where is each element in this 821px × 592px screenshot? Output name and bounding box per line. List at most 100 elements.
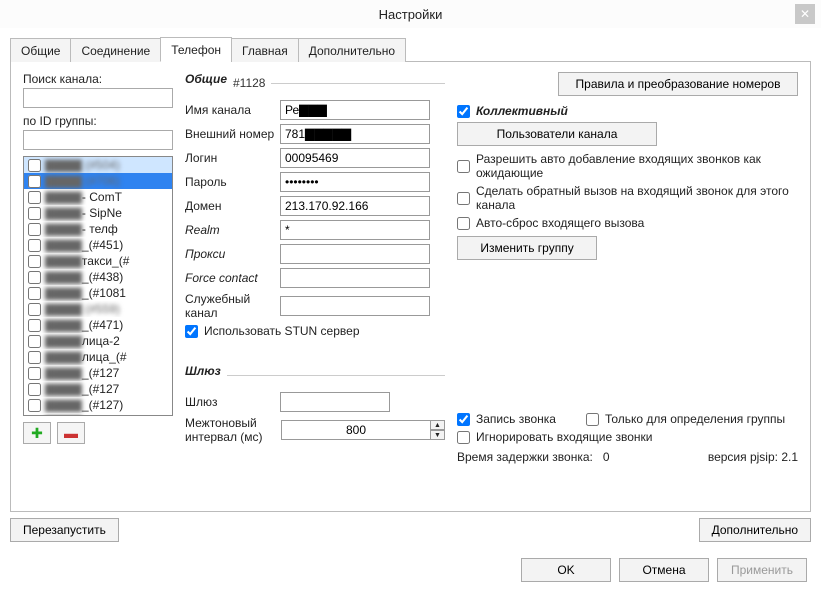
list-item[interactable]: ▇▇▇▇ - ComT [24,189,172,205]
proxy-label: Прокси [185,247,280,261]
tab-general[interactable]: Общие [10,38,71,62]
list-item[interactable]: ▇▇▇▇_(#1081 [24,285,172,301]
list-item[interactable]: ▇▇▇▇ такси_(#8 [24,413,172,416]
list-item[interactable]: ▇▇▇▇_(#451) [24,237,172,253]
allow-auto-checkbox[interactable] [457,160,470,173]
force-input[interactable] [280,268,430,288]
record-label: Запись звонка [476,412,556,426]
section-gateway: Шлюз [185,364,221,380]
spin-down-icon[interactable]: ▼ [430,430,445,440]
detect-label: Только для определения группы [605,412,785,426]
list-item-checkbox[interactable] [28,223,41,236]
ext-input[interactable] [280,124,430,144]
titlebar: Настройки ✕ [0,0,821,28]
list-item-checkbox[interactable] [28,239,41,252]
ok-button[interactable]: OK [521,558,611,582]
login-label: Логин [185,151,280,165]
delay-value: 0 [603,450,610,464]
list-item[interactable]: ▇▇▇▇ - телф [24,221,172,237]
realm-label: Realm [185,223,280,237]
callback-checkbox[interactable] [457,192,470,205]
search-label: Поиск канала: [23,72,173,86]
gateway-label: Шлюз [185,395,280,409]
tab-additional[interactable]: Дополнительно [298,38,406,62]
list-item[interactable]: ▇▇▇▇ (#559) [24,301,172,317]
realm-input[interactable] [280,220,430,240]
service-label: Служебный канал [185,292,280,320]
rules-button[interactable]: Правила и преобразование номеров [558,72,798,96]
interval-input[interactable] [281,420,431,440]
channel-id: #1128 [233,76,265,90]
detect-checkbox[interactable] [586,413,599,426]
stun-checkbox[interactable] [185,325,198,338]
list-item-checkbox[interactable] [28,415,41,417]
list-item[interactable]: ▇▇▇▇ - SipNe [24,205,172,221]
tab-connection[interactable]: Соединение [70,38,161,62]
spin-up-icon[interactable]: ▲ [430,420,445,430]
change-group-button[interactable]: Изменить группу [457,236,597,260]
remove-button[interactable]: ▬ [57,422,85,444]
force-label: Force contact [185,271,280,285]
version-label: версия pjsip: 2.1 [708,450,798,464]
list-item-checkbox[interactable] [28,255,41,268]
list-item-checkbox[interactable] [28,383,41,396]
list-item[interactable]: ▇▇▇▇_(#471) [24,317,172,333]
extra-button[interactable]: Дополнительно [699,518,811,542]
list-item-checkbox[interactable] [28,319,41,332]
login-input[interactable] [280,148,430,168]
list-item-checkbox[interactable] [28,303,41,316]
users-button[interactable]: Пользователи канала [457,122,657,146]
autodrop-checkbox[interactable] [457,217,470,230]
pass-input[interactable] [280,172,430,192]
list-item-checkbox[interactable] [28,207,41,220]
section-common: Общие [185,72,227,88]
list-item[interactable]: ▇▇▇▇ лица-2 [24,333,172,349]
window-title: Настройки [379,7,443,22]
list-item[interactable]: ▇▇▇▇ лица_(# [24,349,172,365]
apply-button[interactable]: Применить [717,558,807,582]
stun-label: Использовать STUN сервер [204,324,360,338]
add-button[interactable]: ✚ [23,422,51,444]
list-item-checkbox[interactable] [28,399,41,412]
ext-label: Внешний номер [185,127,280,141]
domain-label: Домен [185,199,280,213]
domain-input[interactable] [280,196,430,216]
list-item[interactable]: ▇▇▇▇ (#504) [24,157,172,173]
service-input[interactable] [280,296,430,316]
list-item-checkbox[interactable] [28,287,41,300]
ignore-label: Игнорировать входящие звонки [476,430,653,444]
tabs: Общие Соединение Телефон Главная Дополни… [10,36,811,62]
restart-button[interactable]: Перезапустить [10,518,119,542]
list-item[interactable]: ▇▇▇▇ (#706) [24,173,172,189]
list-item[interactable]: ▇▇▇▇ такси_(# [24,253,172,269]
gateway-input[interactable] [280,392,390,412]
search-input[interactable] [23,88,173,108]
interval-label: Межтоновый интервал (мс) [185,416,281,444]
list-item[interactable]: ▇▇▇▇_(#127 [24,381,172,397]
list-item-checkbox[interactable] [28,335,41,348]
record-checkbox[interactable] [457,413,470,426]
list-item[interactable]: ▇▇▇▇_(#127 [24,365,172,381]
tab-main[interactable]: Главная [231,38,299,62]
tab-phone[interactable]: Телефон [160,37,232,62]
list-item-checkbox[interactable] [28,191,41,204]
close-icon[interactable]: ✕ [795,4,815,24]
collective-label: Коллективный [476,104,568,118]
list-item[interactable]: ▇▇▇▇_(#438) [24,269,172,285]
list-item-checkbox[interactable] [28,351,41,364]
name-input[interactable] [280,100,430,120]
proxy-input[interactable] [280,244,430,264]
pass-label: Пароль [185,175,280,189]
channel-list[interactable]: ▇▇▇▇ (#504)▇▇▇▇ (#706)▇▇▇▇ - ComT▇▇▇▇ - … [23,156,173,416]
list-item-checkbox[interactable] [28,175,41,188]
list-item-checkbox[interactable] [28,367,41,380]
group-input[interactable] [23,130,173,150]
ignore-checkbox[interactable] [457,431,470,444]
list-item[interactable]: ▇▇▇▇_(#127) [24,397,172,413]
list-item-checkbox[interactable] [28,159,41,172]
collective-checkbox[interactable] [457,105,470,118]
cancel-button[interactable]: Отмена [619,558,709,582]
autodrop-label: Авто-сброс входящего вызова [476,216,644,230]
delay-label: Время задержки звонка: [457,450,593,464]
list-item-checkbox[interactable] [28,271,41,284]
